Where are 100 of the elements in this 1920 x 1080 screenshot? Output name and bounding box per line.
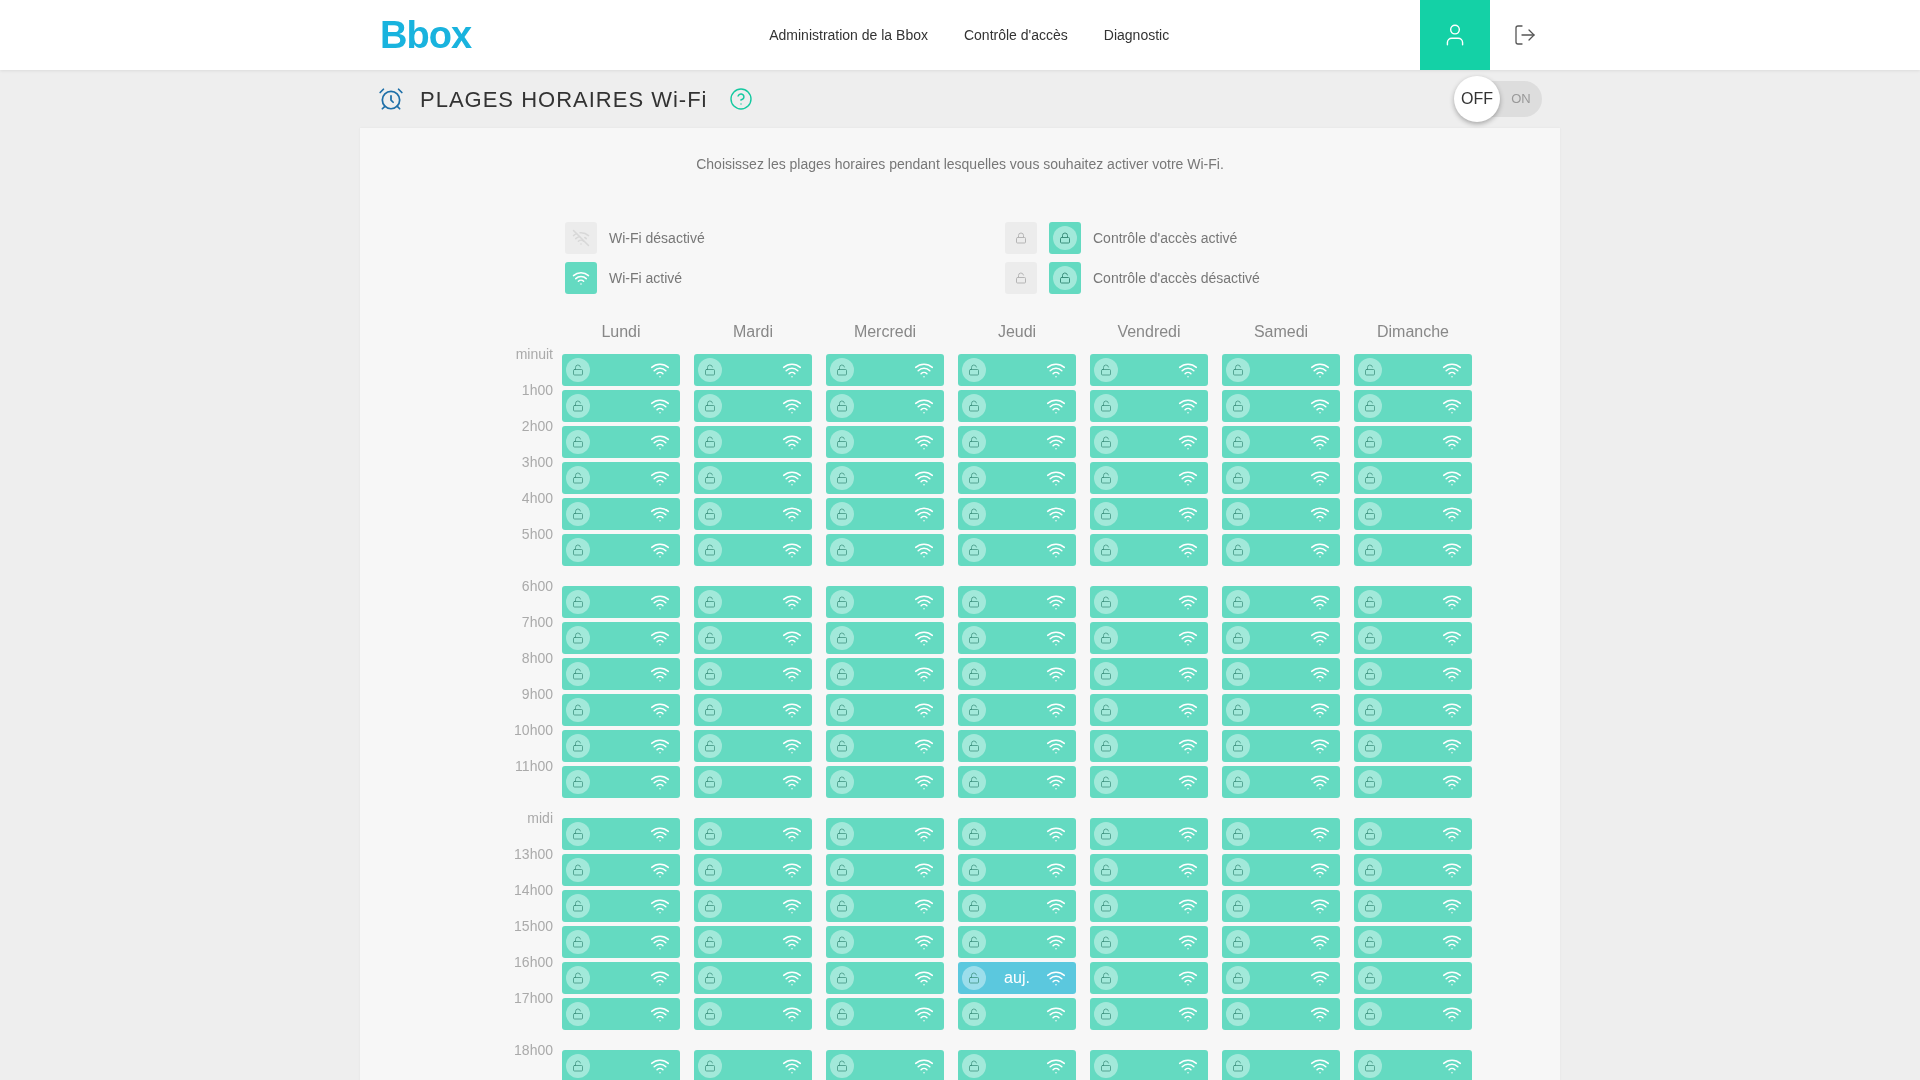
time-slot[interactable] [562,426,680,458]
account-button[interactable] [1420,0,1490,70]
time-slot[interactable] [958,1050,1076,1080]
time-slot[interactable] [1222,962,1340,994]
time-slot[interactable] [958,694,1076,726]
nav-link[interactable]: Contrôle d'accès [963,24,1068,46]
time-slot[interactable] [826,694,944,726]
time-slot[interactable] [826,854,944,886]
time-slot[interactable] [694,586,812,618]
time-slot[interactable] [826,998,944,1030]
time-slot[interactable] [1222,890,1340,922]
time-slot[interactable] [562,462,680,494]
time-slot[interactable] [562,658,680,690]
time-slot[interactable] [958,766,1076,798]
time-slot[interactable] [562,354,680,386]
time-slot[interactable] [1090,622,1208,654]
time-slot[interactable] [562,622,680,654]
time-slot[interactable] [958,586,1076,618]
time-slot[interactable] [1354,534,1472,566]
time-slot[interactable] [1222,998,1340,1030]
time-slot[interactable] [562,926,680,958]
time-slot[interactable] [694,462,812,494]
time-slot[interactable] [1354,1050,1472,1080]
time-slot[interactable] [1090,890,1208,922]
time-slot[interactable] [562,694,680,726]
nav-link[interactable]: Diagnostic [1103,24,1170,46]
time-slot[interactable] [1090,498,1208,530]
time-slot[interactable] [562,730,680,762]
time-slot[interactable] [562,962,680,994]
time-slot[interactable] [1354,730,1472,762]
time-slot[interactable] [1222,390,1340,422]
time-slot[interactable] [562,586,680,618]
time-slot[interactable] [1354,426,1472,458]
time-slot[interactable] [826,818,944,850]
time-slot[interactable] [1354,926,1472,958]
time-slot[interactable] [1090,426,1208,458]
time-slot[interactable] [826,426,944,458]
time-slot[interactable] [1354,586,1472,618]
time-slot[interactable] [1354,818,1472,850]
time-slot[interactable] [1222,766,1340,798]
time-slot[interactable] [1222,658,1340,690]
time-slot[interactable] [826,1050,944,1080]
time-slot[interactable] [694,426,812,458]
time-slot[interactable] [826,622,944,654]
time-slot[interactable] [1222,426,1340,458]
time-slot[interactable] [1090,998,1208,1030]
time-slot[interactable] [694,766,812,798]
time-slot[interactable] [1090,694,1208,726]
time-slot[interactable] [562,998,680,1030]
time-slot[interactable] [1222,1050,1340,1080]
time-slot[interactable] [1090,926,1208,958]
time-slot[interactable] [958,390,1076,422]
time-slot[interactable] [562,498,680,530]
time-slot[interactable] [694,998,812,1030]
time-slot[interactable] [1090,390,1208,422]
time-slot[interactable] [958,926,1076,958]
time-slot[interactable] [1222,622,1340,654]
time-slot[interactable] [694,962,812,994]
time-slot[interactable] [958,658,1076,690]
time-slot[interactable] [1354,998,1472,1030]
time-slot[interactable] [826,586,944,618]
time-slot[interactable] [826,462,944,494]
time-slot[interactable] [694,890,812,922]
time-slot[interactable] [1222,694,1340,726]
time-slot[interactable] [1222,462,1340,494]
time-slot[interactable] [1222,354,1340,386]
time-slot[interactable] [1090,730,1208,762]
time-slot[interactable] [958,818,1076,850]
time-slot[interactable] [1222,730,1340,762]
time-slot[interactable] [826,962,944,994]
time-slot[interactable] [1354,462,1472,494]
time-slot[interactable] [562,390,680,422]
time-slot[interactable] [694,498,812,530]
time-slot[interactable] [694,694,812,726]
time-slot[interactable] [562,766,680,798]
time-slot[interactable] [1222,586,1340,618]
time-slot[interactable] [694,854,812,886]
time-slot[interactable] [694,534,812,566]
time-slot[interactable] [562,890,680,922]
time-slot[interactable] [826,926,944,958]
time-slot[interactable] [1090,354,1208,386]
time-slot[interactable] [694,818,812,850]
time-slot[interactable] [562,1050,680,1080]
time-slot[interactable] [826,658,944,690]
time-slot[interactable] [958,622,1076,654]
time-slot[interactable] [1354,622,1472,654]
time-slot[interactable] [1090,586,1208,618]
time-slot[interactable] [1354,390,1472,422]
time-slot[interactable] [694,926,812,958]
time-slot[interactable] [826,766,944,798]
time-slot[interactable] [958,498,1076,530]
time-slot[interactable] [1090,462,1208,494]
time-slot[interactable] [1354,962,1472,994]
time-slot[interactable] [1090,658,1208,690]
time-slot[interactable] [958,730,1076,762]
time-slot[interactable] [826,534,944,566]
nav-link[interactable]: Administration de la Bbox [769,24,928,46]
time-slot[interactable] [826,390,944,422]
time-slot[interactable] [694,658,812,690]
time-slot[interactable] [958,534,1076,566]
